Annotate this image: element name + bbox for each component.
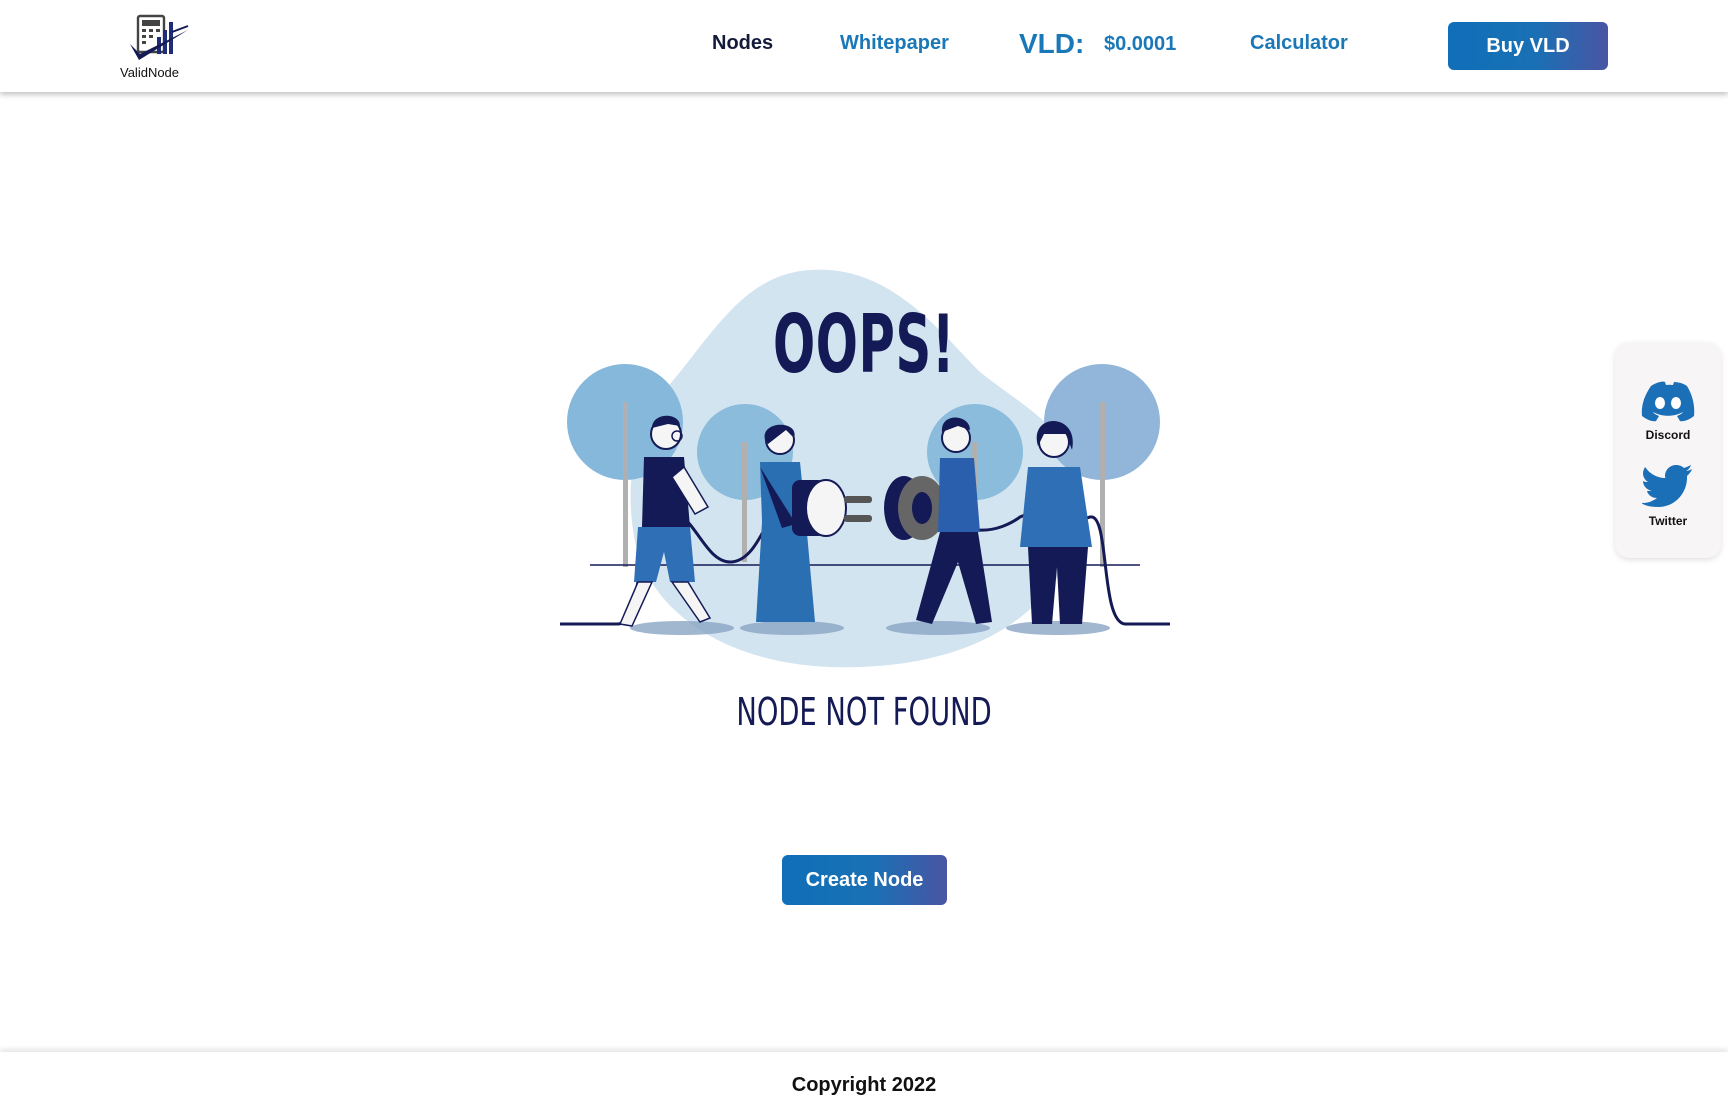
brand-logo[interactable]: ValidNode: [118, 12, 198, 82]
nav-whitepaper-link[interactable]: Whitepaper: [840, 32, 949, 55]
discord-link[interactable]: Discord: [1615, 380, 1721, 442]
calculator-chart-check-logo-icon: [130, 14, 189, 60]
top-navbar: ValidNode Nodes Whitepaper VLD: $0.0001 …: [0, 0, 1728, 92]
vld-token-label: VLD:: [1019, 28, 1085, 59]
nav-nodes-link[interactable]: Nodes: [712, 32, 773, 55]
vld-token-price: $0.0001: [1104, 33, 1177, 55]
copyright-text: Copyright 2022: [791, 1074, 937, 1096]
nav-calculator-link[interactable]: Calculator: [1250, 32, 1348, 55]
discord-label: Discord: [1645, 428, 1691, 442]
create-node-button[interactable]: Create Node: [782, 855, 947, 905]
brand-name: ValidNode: [120, 65, 180, 80]
discord-icon: [1641, 381, 1695, 422]
footer: Copyright 2022: [0, 1052, 1728, 1117]
error-title: OOPS!: [772, 298, 956, 391]
twitter-link[interactable]: Twitter: [1615, 464, 1721, 528]
buy-vld-button[interactable]: Buy VLD: [1448, 22, 1608, 70]
error-message: NODE NOT FOUND: [736, 690, 992, 734]
twitter-label: Twitter: [1648, 514, 1688, 528]
twitter-icon: [1641, 465, 1692, 507]
social-sidebar: Discord Twitter: [1615, 342, 1721, 558]
